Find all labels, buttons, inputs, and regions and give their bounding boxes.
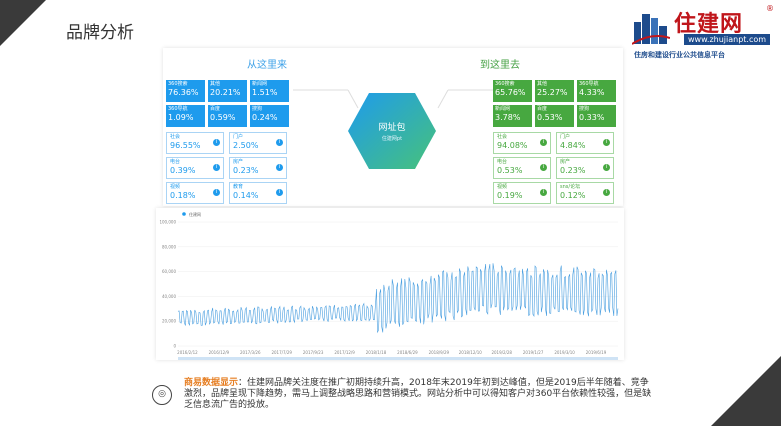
from-box[interactable]: 房产 0.23% i — [229, 157, 287, 179]
y-tick-label: 80,000 — [162, 244, 176, 249]
to-section-title: 到这里去 — [480, 60, 520, 71]
x-tick-label: 2018/1/18 — [366, 350, 387, 355]
info-icon[interactable]: i — [213, 189, 220, 196]
to-box[interactable]: 房产 0.23% i — [556, 157, 614, 179]
corner-decoration-top-left — [0, 0, 46, 46]
legend-label: 住建网 — [189, 211, 201, 217]
x-tick-label: 2019/6/19 — [586, 350, 607, 355]
to-box[interactable]: 门户 4.84% i — [556, 132, 614, 154]
logo-tagline: 住房和建设行业公共信息平台 — [634, 51, 725, 59]
x-tick-label: 2019/2/28 — [491, 350, 512, 355]
info-icon[interactable]: i — [276, 189, 283, 196]
to-box[interactable]: 电台 0.53% i — [493, 157, 551, 179]
x-tick-label: 2017/7/29 — [271, 350, 292, 355]
from-tile[interactable]: 360导航 1.09% — [166, 105, 205, 127]
info-icon[interactable]: i — [213, 139, 220, 146]
center-title: 网址包 — [378, 123, 406, 133]
y-tick-label: 20,000 — [162, 319, 176, 324]
from-box[interactable]: 门户 2.50% i — [229, 132, 287, 154]
y-tick-label: 40,000 — [162, 294, 176, 299]
y-tick-label: 60,000 — [162, 269, 176, 274]
from-tile[interactable]: 新闻网 1.51% — [250, 80, 289, 102]
to-box[interactable]: 视频 0.19% i — [493, 182, 551, 204]
logo-registered: ® — [766, 4, 774, 13]
info-icon[interactable]: i — [603, 139, 610, 146]
from-tile[interactable]: 百度 0.59% — [208, 105, 247, 127]
from-box[interactable]: 电台 0.39% i — [166, 157, 224, 179]
from-section-title: 从这里来 — [247, 60, 287, 71]
to-box[interactable]: sns/论坛 0.12% i — [556, 182, 614, 204]
from-tile[interactable]: 其他 20.21% — [208, 80, 247, 102]
x-tick-label: 2017/3/26 — [240, 350, 261, 355]
x-tick-label: 2019/3/10 — [554, 350, 575, 355]
to-tile[interactable]: 360导航 4.33% — [577, 80, 616, 102]
to-tile[interactable]: 其他 25.27% — [535, 80, 574, 102]
trend-chart-svg: 住建网 0 20,000 40,000 60,000 80,000 100,000 2016/… — [159, 211, 619, 360]
trend-chart: 住建网 0 20,000 40,000 60,000 80,000 100,000 2016/… — [156, 208, 624, 360]
to-box[interactable]: 社会 94.08% i — [493, 132, 551, 154]
x-tick-label: 2018/6/29 — [397, 350, 418, 355]
info-icon[interactable]: i — [603, 164, 610, 171]
corner-decoration-bottom-right — [711, 356, 781, 426]
from-tile[interactable]: 搜狗 0.24% — [250, 105, 289, 127]
y-tick-label: 100,000 — [159, 220, 176, 225]
to-tile[interactable]: 百度 0.53% — [535, 105, 574, 127]
series-line — [177, 263, 619, 334]
to-tile[interactable]: 新闻网 3.78% — [493, 105, 532, 127]
to-tile[interactable]: 搜狗 0.33% — [577, 105, 616, 127]
x-tick-label: 2017/9/23 — [303, 350, 324, 355]
page-title: 品牌分析 — [66, 23, 134, 43]
info-icon[interactable]: i — [540, 139, 547, 146]
brand-logo: 住建网 ® www.zhujianpt.com 住房和建设行业公共信息平台 — [628, 4, 778, 60]
x-tick-label: 2018/12/10 — [459, 350, 483, 355]
from-box[interactable]: 社会 96.55% i — [166, 132, 224, 154]
x-tick-label: 2016/2/12 — [177, 350, 198, 355]
summary-heading: 商易数据显示 — [184, 378, 239, 388]
from-tile[interactable]: 360搜索 76.36% — [166, 80, 205, 102]
info-icon[interactable]: i — [603, 189, 610, 196]
building-icon — [632, 14, 670, 45]
info-icon[interactable]: i — [540, 189, 547, 196]
center-subtitle: 住建网pt — [381, 136, 403, 142]
x-tick-label: 2018/9/29 — [429, 350, 450, 355]
x-tick-label: 2017/12/9 — [334, 350, 355, 355]
summary-body: ：住建网品牌关注度在推广初期持续升高，2018年末2019年初到达峰值，但是20… — [184, 378, 652, 410]
info-icon[interactable]: i — [213, 164, 220, 171]
info-icon[interactable]: i — [276, 139, 283, 146]
info-icon[interactable]: i — [276, 164, 283, 171]
from-box[interactable]: 视频 0.18% i — [166, 182, 224, 204]
legend-marker — [182, 212, 186, 216]
from-box[interactable]: 教育 0.14% i — [229, 182, 287, 204]
x-tick-label: 2016/12/9 — [209, 350, 230, 355]
logo-url: www.zhujianpt.com — [684, 34, 771, 45]
x-tick-label: 2019/1/27 — [523, 350, 544, 355]
to-tile[interactable]: 360搜索 65.76% — [493, 80, 532, 102]
y-tick-label: 0 — [173, 344, 176, 349]
data-badge-icon: ◎ — [152, 385, 172, 405]
range-slider — [178, 357, 618, 360]
summary-text: 商易数据显示：住建网品牌关注度在推广初期持续升高，2018年末2019年初到达峰… — [184, 378, 654, 411]
info-icon[interactable]: i — [540, 164, 547, 171]
